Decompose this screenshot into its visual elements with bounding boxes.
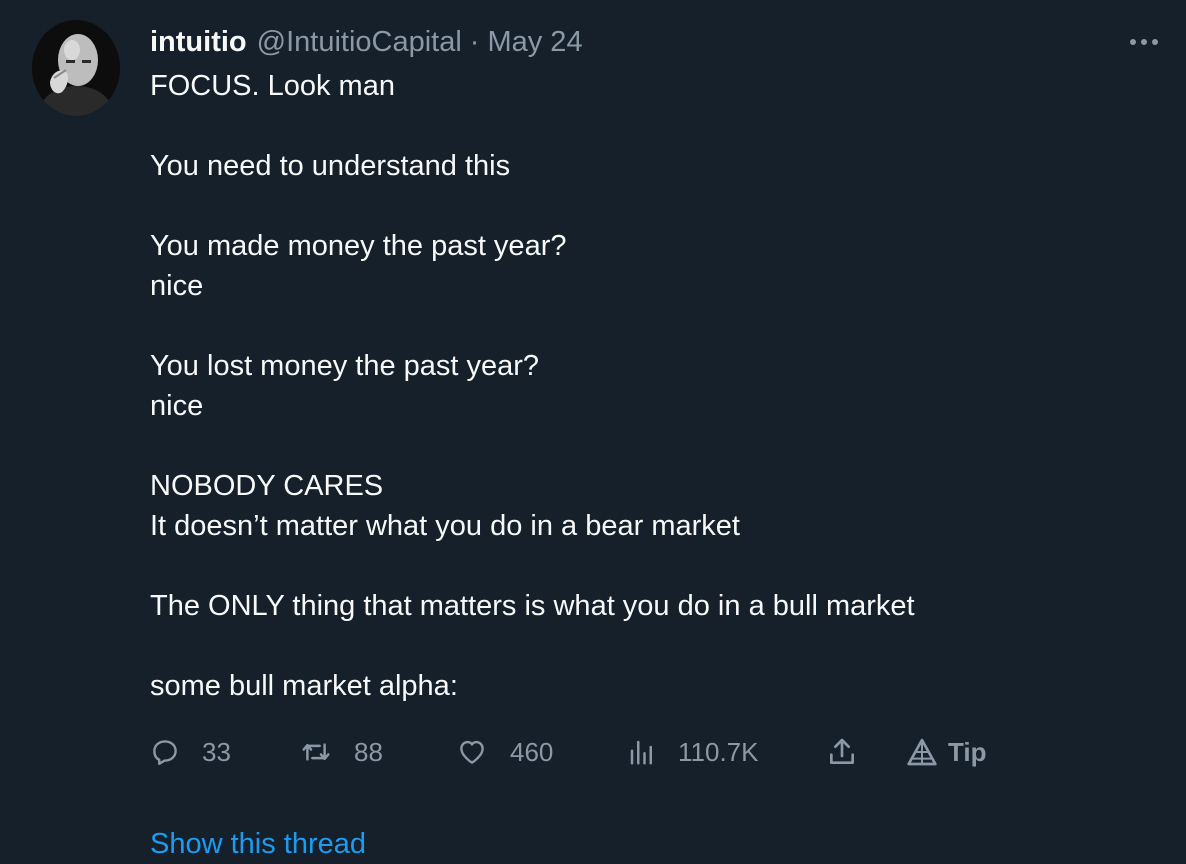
views-button[interactable]: 110.7K: [628, 728, 758, 776]
analytics-icon: [628, 737, 656, 767]
tweet-text-line: The ONLY thing that matters is what you …: [150, 590, 915, 622]
show-thread-link[interactable]: Show this thread: [150, 824, 366, 864]
like-button[interactable]: 460: [456, 728, 553, 776]
tweet-text: FOCUS. Look man You need to understand th…: [150, 66, 1150, 706]
retweet-count: 88: [354, 736, 383, 767]
avatar[interactable]: [32, 20, 120, 116]
reply-count: 33: [202, 736, 231, 767]
tweet-text-line: FOCUS. Look man: [150, 70, 395, 102]
avatar-image: [32, 20, 120, 116]
share-icon: [826, 736, 858, 768]
tip-button[interactable]: Tip: [906, 728, 987, 776]
more-button[interactable]: [1122, 24, 1166, 60]
tweet-text-line: You made money the past year?: [150, 230, 567, 262]
tip-icon: [906, 737, 938, 767]
tweet-text-line: You need to understand this: [150, 150, 511, 182]
tweet-text-line: nice: [150, 270, 204, 302]
tweet-text-line: It doesn’t matter what you do in a bear …: [150, 510, 740, 542]
reply-icon: [150, 737, 180, 767]
author-display-name[interactable]: intuitio: [150, 26, 247, 59]
retweet-button[interactable]: 88: [300, 728, 383, 776]
action-bar: 33 88 460 110.7K Tip: [150, 728, 1050, 776]
views-count: 110.7K: [678, 736, 759, 767]
tweet-date[interactable]: May 24: [487, 26, 582, 59]
reply-button[interactable]: 33: [150, 728, 231, 776]
author-handle[interactable]: @IntuitioCapital: [257, 26, 462, 59]
tip-label: Tip: [948, 736, 987, 767]
separator-dot: ·: [469, 25, 480, 58]
retweet-icon: [300, 737, 332, 767]
heart-icon: [456, 737, 488, 767]
tweet-text-line: You lost money the past year?: [150, 350, 540, 382]
tweet-text-line: NOBODY CARES: [150, 470, 384, 502]
more-horizontal-icon: [1130, 39, 1158, 45]
tweet: intuitio @IntuitioCapital · May 24 FOCUS…: [0, 0, 1186, 864]
tweet-text-line: some bull market alpha:: [150, 670, 458, 702]
like-count: 460: [510, 736, 554, 767]
share-button[interactable]: [826, 728, 858, 776]
tweet-text-line: nice: [150, 390, 204, 422]
tweet-header: intuitio @IntuitioCapital · May 24: [150, 24, 583, 60]
